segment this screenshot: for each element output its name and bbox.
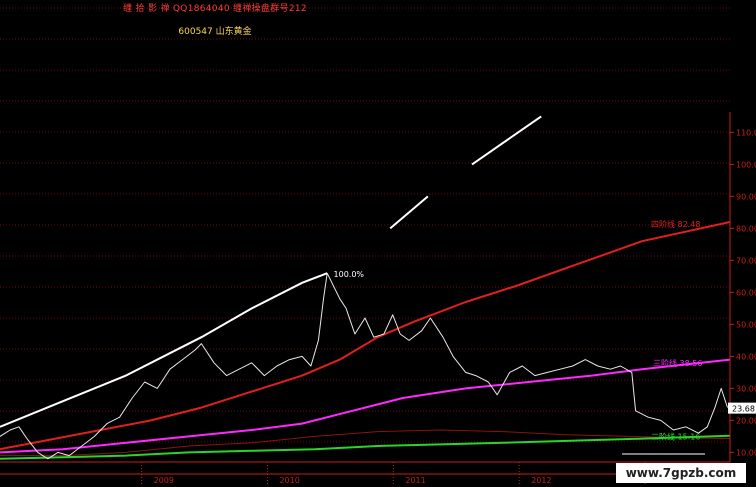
y-tick-label: 60.00 [736,288,756,297]
stock-chart: 110.00 100.00 90.00 80.00 70.00 60.00 50.00 40.… [0,0,756,487]
x-tick-label: 2010 [279,476,299,485]
y-tick-label: 40.00 [736,352,756,361]
y-tick-label: 100.00 [736,160,756,169]
stock-name: 600547 山东黄金 [178,27,252,37]
magenta-ma-label: 三阶线 38.56 [653,358,702,368]
watermark: www.7gpzb.com [616,463,746,483]
y-tick-label: 110.00 [736,128,756,137]
y-tick-label: 20.00 [736,416,756,425]
x-tick-label: 2011 [405,476,425,485]
y-tick-label: 10.00 [736,448,756,457]
y-tick-label: 80.00 [736,224,756,233]
green-ma-label: 二阶线 15.16 [651,432,700,442]
x-tick-label: 2009 [154,476,174,485]
red-ma-label: 四阶线 82.48 [651,219,700,229]
header-title: 缠 拾 影 禅 QQ1864040 缠禅操盘群号212 [123,4,307,14]
x-tick-label: 2012 [531,476,551,485]
y-tick-label: 90.00 [736,192,756,201]
y-tick-label: 70.00 [736,256,756,265]
peak-percent-label: 100.0% [334,270,365,279]
last-price-label: 23.68 [732,405,755,414]
y-tick-label: 50.00 [736,320,756,329]
y-tick-label: 30.00 [736,384,756,393]
